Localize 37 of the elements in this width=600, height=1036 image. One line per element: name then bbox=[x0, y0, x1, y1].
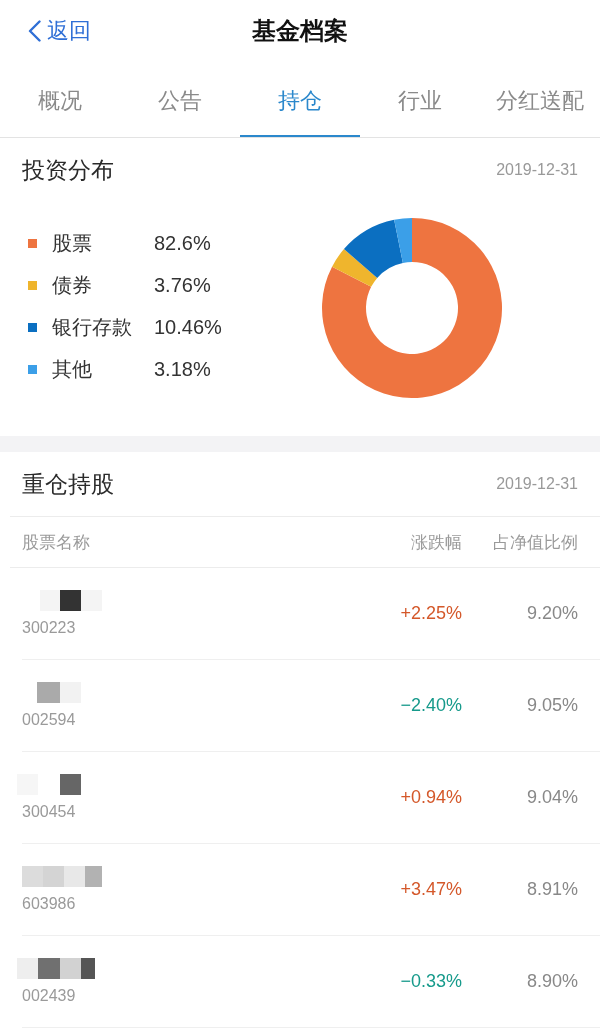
legend-label: 股票 bbox=[52, 230, 93, 256]
net-value-ratio: 9.04% bbox=[525, 787, 578, 808]
stock-code: 300223 bbox=[22, 619, 76, 637]
change-percent: +2.25% bbox=[399, 603, 462, 624]
back-chevron-icon bbox=[28, 20, 41, 42]
tab[interactable]: 概况 bbox=[0, 62, 120, 137]
change-percent: −0.33% bbox=[399, 971, 462, 992]
section-title: 重仓持股 bbox=[22, 469, 114, 499]
section-title: 投资分布 bbox=[22, 155, 114, 185]
report-date: 2019-12-31 bbox=[496, 475, 578, 493]
column-header: 涨跌幅 bbox=[410, 531, 462, 554]
net-value-ratio: 9.20% bbox=[525, 603, 578, 624]
tab[interactable]: 公告 bbox=[120, 62, 240, 137]
legend-percent: 3.18% bbox=[154, 357, 211, 381]
column-header: 股票名称 bbox=[22, 531, 91, 554]
legend-label: 债券 bbox=[52, 272, 93, 298]
stock-code: 300454 bbox=[22, 803, 76, 821]
stock-code: 002439 bbox=[22, 987, 76, 1005]
legend-percent: 82.6% bbox=[154, 231, 211, 255]
net-value-ratio: 8.90% bbox=[525, 971, 578, 992]
report-date: 2019-12-31 bbox=[496, 161, 578, 179]
legend-percent: 3.76% bbox=[154, 273, 211, 297]
legend-label: 其他 bbox=[52, 356, 93, 382]
legend-percent: 10.46% bbox=[154, 315, 222, 339]
change-percent: −2.40% bbox=[399, 695, 462, 716]
net-value-ratio: 8.91% bbox=[525, 879, 578, 900]
column-header: 占净值比例 bbox=[492, 531, 578, 554]
change-percent: +0.94% bbox=[399, 787, 462, 808]
page-title: 基金档案 bbox=[252, 16, 348, 46]
back-button[interactable]: 返回 bbox=[24, 16, 95, 46]
change-percent: +3.47% bbox=[399, 879, 462, 900]
net-value-ratio: 9.05% bbox=[525, 695, 578, 716]
tab[interactable]: 行业 bbox=[360, 62, 480, 137]
tab[interactable]: 分红送配 bbox=[480, 62, 600, 137]
legend-label: 银行存款 bbox=[52, 314, 133, 340]
stock-code: 002594 bbox=[22, 711, 76, 729]
stock-code: 603986 bbox=[22, 895, 76, 913]
